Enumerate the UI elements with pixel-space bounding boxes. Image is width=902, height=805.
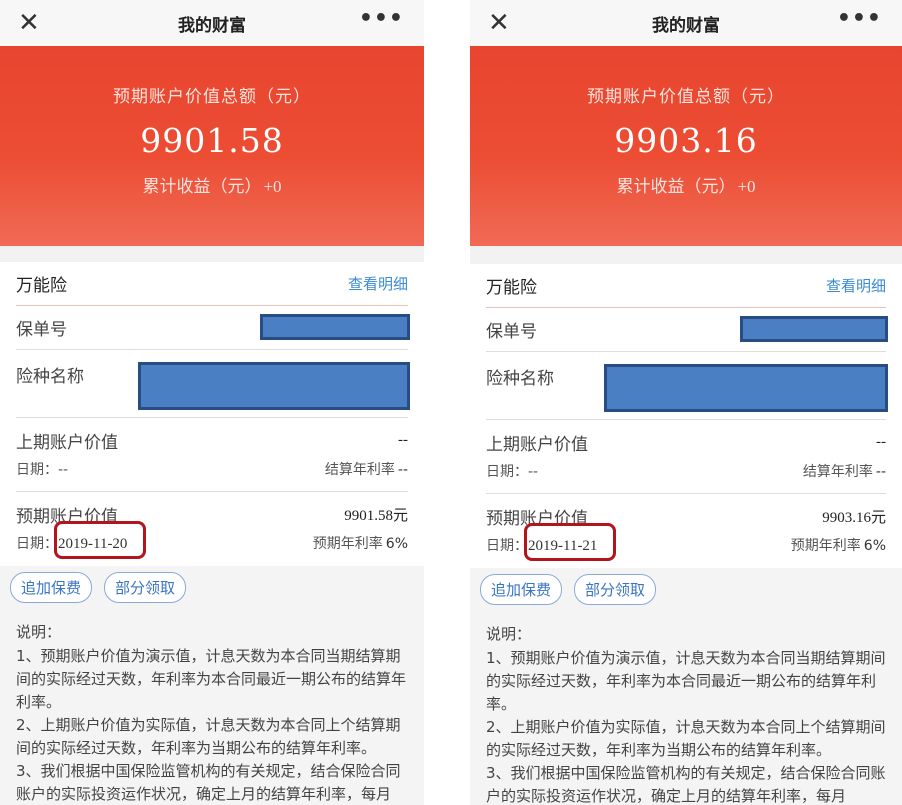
policy-number-row: 保单号 [16, 306, 410, 350]
last-date-value: -- [528, 464, 539, 480]
last-value-amount: -- [398, 432, 408, 448]
product-name: 万能险 [486, 278, 537, 298]
policy-number-redaction [740, 316, 888, 342]
note-item: 2、上期账户价值为实际值，计息天数为本合同上个结算期间的实际经过天数，年利率为当… [16, 716, 401, 757]
settle-rate-label: 结算年利率 [802, 464, 873, 480]
expected-rate-value: 6% [385, 536, 408, 552]
view-details-link[interactable]: 查看明细 [826, 275, 886, 296]
page-title: 我的财富 [178, 15, 246, 36]
last-value-amount: -- [876, 434, 886, 450]
expected-value-amount: 9901.58元 [344, 508, 408, 524]
expected-value-amount: 9903.16元 [822, 510, 886, 526]
policy-number-label: 保单号 [16, 320, 67, 340]
page-title: 我的财富 [652, 15, 720, 36]
partial-withdraw-button[interactable]: 部分领取 [104, 572, 187, 603]
risk-name-redaction [138, 362, 410, 410]
settle-rate: 结算年利率 -- [803, 461, 886, 481]
risk-name-row: 险种名称 [486, 352, 888, 420]
cumulative-income-value: +0 [263, 177, 282, 196]
risk-name-redaction [604, 364, 888, 412]
last-value-label: 上期账户价值 [486, 435, 588, 455]
settle-rate-value: -- [875, 464, 886, 480]
last-date: 日期：-- [16, 459, 68, 479]
settle-rate-value: -- [397, 462, 408, 478]
account-summary-banner: 预期账户价值总额（元） 9903.16 累计收益（元） +0 [470, 46, 902, 246]
policy-card: 万能险 查看明细 保单号 险种名称 上期账户价值 -- 日期：-- 结算年利率 -… [0, 262, 424, 566]
phone-screen-left: ✕ 我的财富 ••• 预期账户价值总额（元） 9901.58 累计收益（元） +0… [0, 0, 424, 805]
expected-date: 日期：2019-11-20 [16, 521, 146, 559]
account-summary-banner: 预期账户价值总额（元） 9901.58 累计收益（元） +0 [0, 46, 424, 246]
date-prefix: 日期： [16, 462, 58, 478]
total-value-label: 预期账户价值总额（元） [587, 87, 785, 107]
policy-card: 万能险 查看明细 保单号 险种名称 上期账户价值 -- 日期：-- 结算年利率 -… [470, 264, 902, 568]
date-highlight-box [54, 521, 146, 559]
close-icon[interactable]: ✕ [18, 8, 40, 38]
note-item: 2、上期账户价值为实际值，计息天数为本合同上个结算期间的实际经过天数，年利率为当… [486, 718, 886, 759]
notes-section: 说明： 1、预期账户价值为演示值，计息天数为本合同当期结算期间的实际经过天数，年… [0, 609, 424, 805]
expected-account-value-row: 预期账户价值 9901.58元 日期：2019-11-20 预期年利率 6% [16, 492, 408, 566]
nav-bar: ✕ 我的财富 ••• [0, 0, 424, 46]
section-gap [0, 246, 424, 262]
notes-title: 说明： [486, 625, 532, 643]
policy-number-redaction [260, 314, 410, 340]
product-header: 万能险 查看明细 [486, 264, 886, 308]
cumulative-income-label: 累计收益（元） [142, 177, 262, 197]
section-gap [470, 246, 902, 264]
risk-name-label: 险种名称 [486, 369, 554, 389]
last-value-label: 上期账户价值 [16, 433, 118, 453]
settle-rate-label: 结算年利率 [324, 462, 395, 478]
cumulative-income-label: 累计收益（元） [616, 177, 736, 197]
expected-rate-value: 6% [863, 538, 886, 554]
expected-rate: 预期年利率 6% [313, 533, 408, 553]
last-account-value-row: 上期账户价值 -- 日期：-- 结算年利率 -- [486, 420, 886, 494]
product-name: 万能险 [16, 276, 67, 296]
date-prefix: 日期： [486, 538, 528, 554]
total-value-amount: 9903.16 [614, 121, 758, 160]
last-account-value-row: 上期账户价值 -- 日期：-- 结算年利率 -- [16, 418, 408, 492]
cumulative-income: 累计收益（元） +0 [470, 172, 902, 197]
date-highlight-box [524, 523, 616, 561]
last-date: 日期：-- [486, 461, 538, 481]
date-prefix: 日期： [16, 536, 58, 552]
product-header: 万能险 查看明细 [16, 262, 408, 306]
action-buttons: 追加保费 部分领取 [470, 568, 902, 611]
last-date-value: -- [58, 462, 69, 478]
add-premium-button[interactable]: 追加保费 [480, 574, 563, 605]
total-value-label: 预期账户价值总额（元） [113, 87, 311, 107]
more-icon[interactable]: ••• [359, 6, 404, 31]
more-icon[interactable]: ••• [837, 6, 882, 31]
note-item: 3、我们根据中国保险监管机构的有关规定，结合保险合同账户的实际投资运作状况，确定… [16, 762, 401, 803]
cumulative-income: 累计收益（元） +0 [0, 172, 424, 197]
expected-account-value-row: 预期账户价值 9903.16元 日期：2019-11-21 预期年利率 6% [486, 494, 886, 568]
policy-number-label: 保单号 [486, 322, 537, 342]
note-item: 1、预期账户价值为演示值，计息天数为本合同当期结算期间的实际经过天数，年利率为本… [16, 647, 407, 711]
note-item: 3、我们根据中国保险监管机构的有关规定，结合保险合同账户的实际投资运作状况，确定… [486, 764, 886, 805]
notes-title: 说明： [16, 623, 62, 641]
risk-name-row: 险种名称 [16, 350, 410, 418]
date-prefix: 日期： [486, 464, 528, 480]
expected-rate-label: 预期年利率 [790, 538, 861, 554]
add-premium-button[interactable]: 追加保费 [10, 572, 93, 603]
notes-section: 说明： 1、预期账户价值为演示值，计息天数为本合同当期结算期间的实际经过天数，年… [470, 611, 902, 805]
expected-date: 日期：2019-11-21 [486, 523, 616, 561]
total-value-amount: 9901.58 [140, 121, 284, 160]
risk-name-label: 险种名称 [16, 367, 84, 387]
phone-screen-right: ✕ 我的财富 ••• 预期账户价值总额（元） 9903.16 累计收益（元） +0… [470, 0, 902, 805]
expected-rate: 预期年利率 6% [791, 535, 886, 555]
partial-withdraw-button[interactable]: 部分领取 [574, 574, 657, 605]
view-details-link[interactable]: 查看明细 [348, 273, 408, 294]
cumulative-income-value: +0 [737, 177, 756, 196]
settle-rate: 结算年利率 -- [325, 459, 408, 479]
expected-rate-label: 预期年利率 [312, 536, 383, 552]
policy-number-row: 保单号 [486, 308, 888, 352]
nav-bar: ✕ 我的财富 ••• [470, 0, 902, 46]
note-item: 1、预期账户价值为演示值，计息天数为本合同当期结算期间的实际经过天数，年利率为本… [486, 649, 886, 713]
action-buttons: 追加保费 部分领取 [0, 566, 424, 609]
close-icon[interactable]: ✕ [488, 8, 510, 38]
